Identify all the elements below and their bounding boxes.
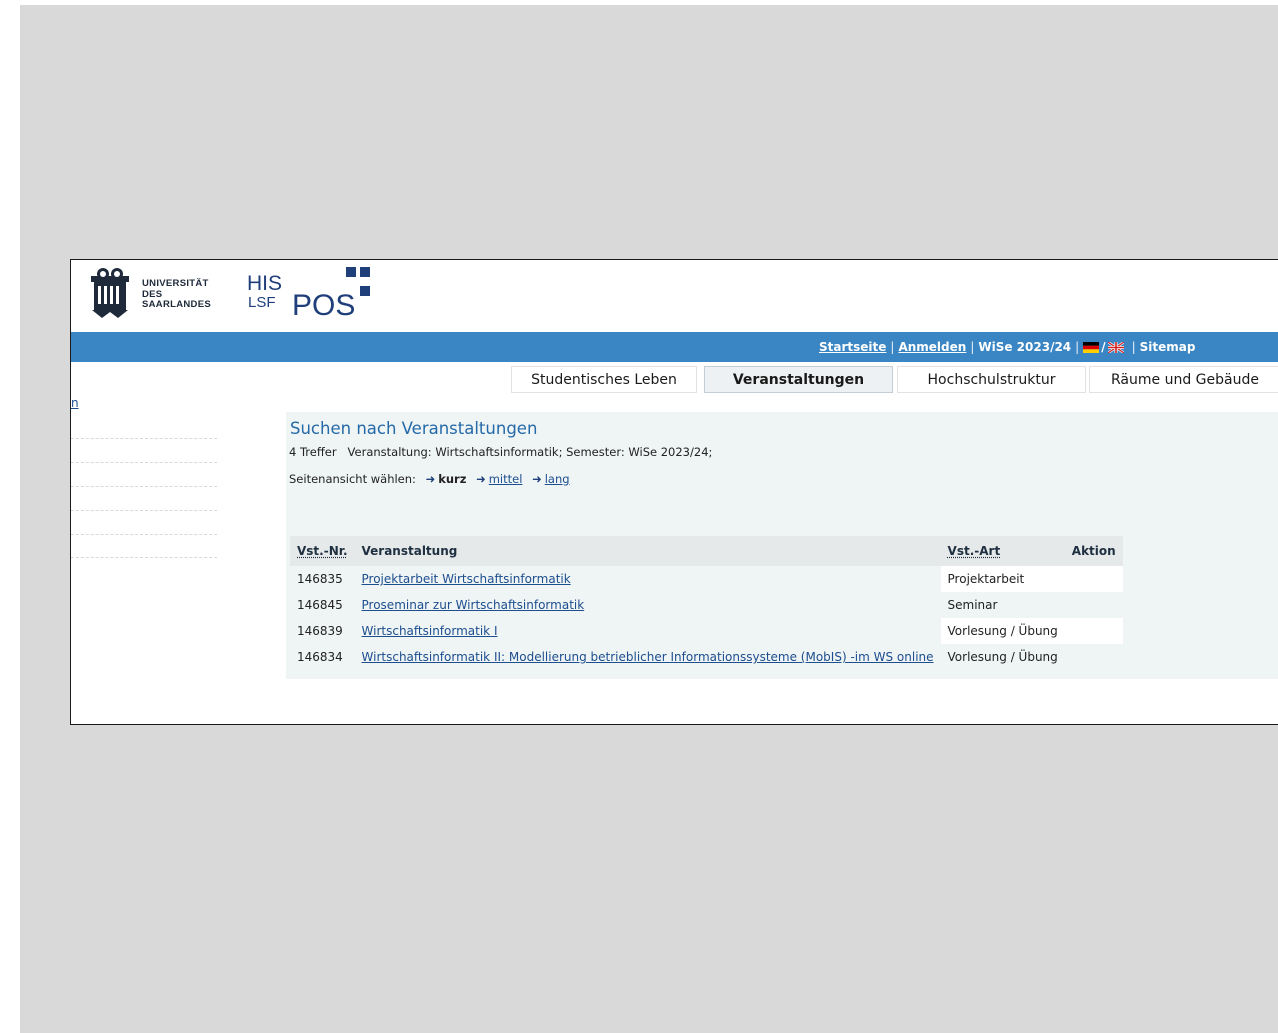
course-action xyxy=(1064,592,1123,618)
course-title-link[interactable]: Proseminar zur Wirtschaftsinformatik xyxy=(362,598,585,612)
view-option-lang[interactable]: lang xyxy=(545,472,570,486)
separator: | xyxy=(890,340,895,354)
left-nav-divider xyxy=(71,557,217,558)
arrow-right-icon: ➜ xyxy=(532,472,542,486)
left-nav-divider xyxy=(71,462,217,463)
browser-window: UNIVERSITÄT DES SAARLANDES HIS LSF POS S… xyxy=(70,259,1278,725)
sitemap-link[interactable]: Sitemap xyxy=(1140,340,1196,354)
column-header-aktion: Aktion xyxy=(1064,536,1123,566)
logo-square-icon xyxy=(360,267,370,277)
left-nav-divider xyxy=(71,510,217,511)
german-flag-icon[interactable] xyxy=(1083,342,1100,353)
course-title-cell: Proseminar zur Wirtschaftsinformatik xyxy=(354,592,941,618)
column-header-art-label: Vst.-Art xyxy=(947,544,1001,558)
course-action xyxy=(1064,644,1123,670)
search-results-panel: Suchen nach Veranstaltungen 4 Treffer Ve… xyxy=(286,412,1278,679)
tab-veranstaltungen[interactable]: Veranstaltungen xyxy=(704,366,893,393)
course-type: Seminar xyxy=(940,592,1065,618)
page-header: UNIVERSITÄT DES SAARLANDES HIS LSF POS xyxy=(71,260,1278,332)
course-type: Vorlesung / Übung xyxy=(940,618,1065,644)
left-nav-link[interactable]: n xyxy=(71,396,79,410)
logo-pos-text: POS xyxy=(292,289,356,322)
semester-link[interactable]: WiSe 2023/24 xyxy=(978,340,1071,354)
view-selector: Seitenansicht wählen: ➜ kurz ➜ mittel ➜ lan… xyxy=(289,472,570,486)
separator: | xyxy=(1131,340,1136,354)
page-title: Suchen nach Veranstaltungen xyxy=(290,419,538,438)
course-title-cell: Wirtschaftsinformatik II: Modellierung b… xyxy=(354,644,941,670)
tab-hochschulstruktur[interactable]: Hochschulstruktur xyxy=(897,366,1086,393)
anmelden-link[interactable]: Anmelden xyxy=(898,340,966,354)
course-number: 146835 xyxy=(290,566,355,592)
table-row: 146845 Proseminar zur Wirtschaftsinforma… xyxy=(290,592,1123,618)
university-name-line-3: SAARLANDES xyxy=(142,299,211,310)
main-tabs: Studentisches Leben Veranstaltungen Hoch… xyxy=(71,366,1278,394)
logo-square-icon xyxy=(346,267,356,277)
university-seal-icon xyxy=(91,268,129,318)
arrow-right-icon: ➜ xyxy=(476,472,486,486)
startseite-link[interactable]: Startseite xyxy=(819,340,886,354)
left-nav-divider xyxy=(71,486,217,487)
course-type: Vorlesung / Übung xyxy=(940,644,1065,670)
course-number: 146839 xyxy=(290,618,355,644)
view-option-kurz: kurz xyxy=(438,472,467,486)
tab-studentisches-leben[interactable]: Studentisches Leben xyxy=(511,366,697,393)
university-name-line-1: UNIVERSITÄT xyxy=(142,278,209,289)
course-number: 146845 xyxy=(290,592,355,618)
course-title-link[interactable]: Projektarbeit Wirtschaftsinformatik xyxy=(362,572,571,586)
arrow-right-icon: ➜ xyxy=(425,472,436,486)
course-title-link[interactable]: Wirtschaftsinformatik I xyxy=(362,624,498,638)
course-action xyxy=(1064,566,1123,592)
column-header-veranstaltung: Veranstaltung xyxy=(354,536,941,566)
course-type: Projektarbeit xyxy=(940,566,1065,592)
logo-lsf-text: LSF xyxy=(248,294,276,311)
results-table: Vst.-Nr. Veranstaltung Vst.-Art Aktion 1… xyxy=(290,536,1123,670)
separator: | xyxy=(970,340,975,354)
top-navigation-bar: Startseite | Anmelden | WiSe 2023/24 | / | Sitem… xyxy=(71,332,1278,362)
separator: | xyxy=(1075,340,1080,354)
column-header-art[interactable]: Vst.-Art xyxy=(940,536,1065,566)
logo-square-icon xyxy=(360,286,370,296)
language-separator: / xyxy=(1101,340,1106,354)
tab-raeume-und-gebaeude[interactable]: Räume und Gebäude xyxy=(1089,366,1278,393)
course-title-cell: Projektarbeit Wirtschaftsinformatik xyxy=(354,566,941,592)
course-title-link[interactable]: Wirtschaftsinformatik II: Modellierung b… xyxy=(362,650,934,664)
course-number: 146834 xyxy=(290,644,355,670)
column-header-nr-label: Vst.-Nr. xyxy=(297,544,348,558)
uk-flag-icon[interactable] xyxy=(1107,342,1124,353)
logo-his-text: HIS xyxy=(247,272,283,295)
left-nav-divider xyxy=(71,534,217,535)
course-title-cell: Wirtschaftsinformatik I xyxy=(354,618,941,644)
course-action xyxy=(1064,618,1123,644)
view-option-mittel[interactable]: mittel xyxy=(489,472,523,486)
his-lsf-pos-logo[interactable]: HIS LSF POS xyxy=(247,267,370,324)
left-nav-divider xyxy=(71,438,217,439)
university-logo[interactable]: UNIVERSITÄT DES SAARLANDES xyxy=(88,266,238,320)
table-header-row: Vst.-Nr. Veranstaltung Vst.-Art Aktion xyxy=(290,536,1123,566)
table-row: 146839 Wirtschaftsinformatik I Vorlesung… xyxy=(290,618,1123,644)
view-label: Seitenansicht wählen: xyxy=(289,472,416,486)
column-header-nr[interactable]: Vst.-Nr. xyxy=(290,536,355,566)
table-row: 146835 Projektarbeit Wirtschaftsinformat… xyxy=(290,566,1123,592)
table-row: 146834 Wirtschaftsinformatik II: Modelli… xyxy=(290,644,1123,670)
top-links: Startseite | Anmelden | WiSe 2023/24 | / | Sitem… xyxy=(819,332,1195,362)
university-name: UNIVERSITÄT DES SAARLANDES xyxy=(142,278,211,311)
search-summary: 4 Treffer Veranstaltung: Wirtschaftsinfo… xyxy=(289,445,713,459)
